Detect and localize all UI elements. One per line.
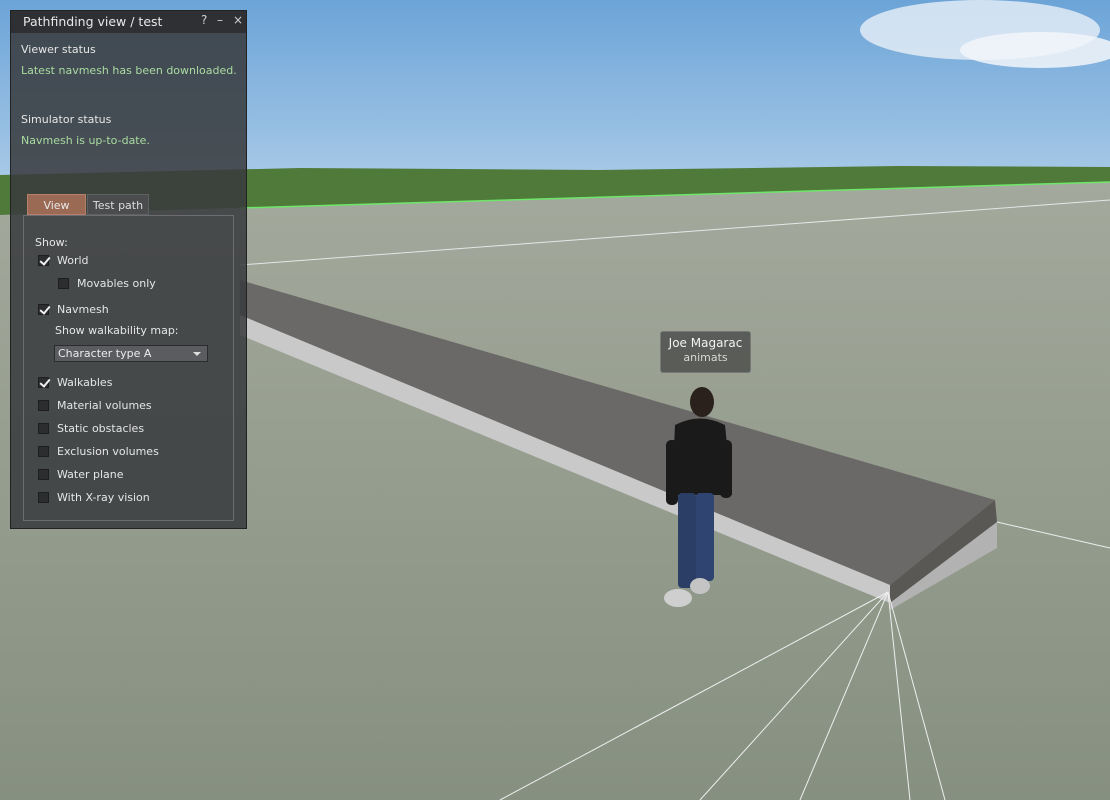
tab-view[interactable]: View: [27, 194, 86, 215]
water-plane-checkbox-label: Water plane: [57, 468, 124, 481]
viewer-status-label: Viewer status: [21, 43, 96, 56]
avatar-name: Joe Magarac: [668, 336, 743, 350]
exclusion-volumes-checkbox-box[interactable]: [38, 446, 49, 457]
walkables-checkbox[interactable]: Walkables: [38, 375, 112, 390]
close-icon[interactable]: ×: [233, 13, 243, 27]
view-tab-panel: Show: World Movables only Navmesh Show w…: [23, 215, 234, 521]
walkables-checkbox-label: Walkables: [57, 376, 113, 389]
minimize-icon[interactable]: –: [217, 13, 223, 27]
material-volumes-checkbox[interactable]: Material volumes: [38, 398, 152, 413]
character-type-dropdown[interactable]: Character type A: [54, 345, 208, 362]
character-type-value: Character type A: [58, 347, 152, 360]
tab-test-path[interactable]: Test path: [87, 194, 149, 215]
simulator-status-label: Simulator status: [21, 113, 112, 126]
chevron-down-icon: [193, 352, 201, 356]
material-volumes-checkbox-box[interactable]: [38, 400, 49, 411]
static-obstacles-checkbox[interactable]: Static obstacles: [38, 421, 144, 436]
simulator-status-text: Navmesh is up-to-date.: [21, 134, 150, 147]
world-checkbox-label: World: [57, 254, 89, 267]
navmesh-checkbox-box[interactable]: [38, 304, 49, 315]
movables-only-checkbox-label: Movables only: [77, 277, 156, 290]
water-plane-checkbox-box[interactable]: [38, 469, 49, 480]
avatar-group-title: animats: [683, 351, 728, 364]
walkability-map-label: Show walkability map:: [55, 324, 179, 337]
pathfinding-floater: Pathfinding view / test ? – × Viewer sta…: [10, 10, 247, 529]
navmesh-checkbox-label: Navmesh: [57, 303, 109, 316]
water-plane-checkbox[interactable]: Water plane: [38, 467, 124, 482]
exclusion-volumes-checkbox[interactable]: Exclusion volumes: [38, 444, 159, 459]
exclusion-volumes-checkbox-label: Exclusion volumes: [57, 445, 159, 458]
show-label: Show:: [35, 236, 68, 249]
viewer-status-text: Latest navmesh has been downloaded.: [21, 64, 237, 77]
xray-vision-checkbox-box[interactable]: [38, 492, 49, 503]
static-obstacles-checkbox-box[interactable]: [38, 423, 49, 434]
navmesh-checkbox[interactable]: Navmesh: [38, 302, 109, 317]
help-icon[interactable]: ?: [201, 13, 207, 27]
movables-only-checkbox-box[interactable]: [58, 278, 69, 289]
material-volumes-checkbox-label: Material volumes: [57, 399, 152, 412]
movables-only-checkbox[interactable]: Movables only: [58, 276, 156, 291]
avatar-name-tag: Joe Magarac animats: [660, 331, 751, 373]
world-checkbox[interactable]: World: [38, 253, 89, 268]
world-checkbox-box[interactable]: [38, 255, 49, 266]
xray-vision-checkbox[interactable]: With X-ray vision: [38, 490, 150, 505]
floater-titlebar[interactable]: Pathfinding view / test ? – ×: [11, 11, 246, 33]
static-obstacles-checkbox-label: Static obstacles: [57, 422, 145, 435]
xray-vision-checkbox-label: With X-ray vision: [57, 491, 150, 504]
floater-title: Pathfinding view / test: [23, 14, 163, 29]
walkables-checkbox-box[interactable]: [38, 377, 49, 388]
